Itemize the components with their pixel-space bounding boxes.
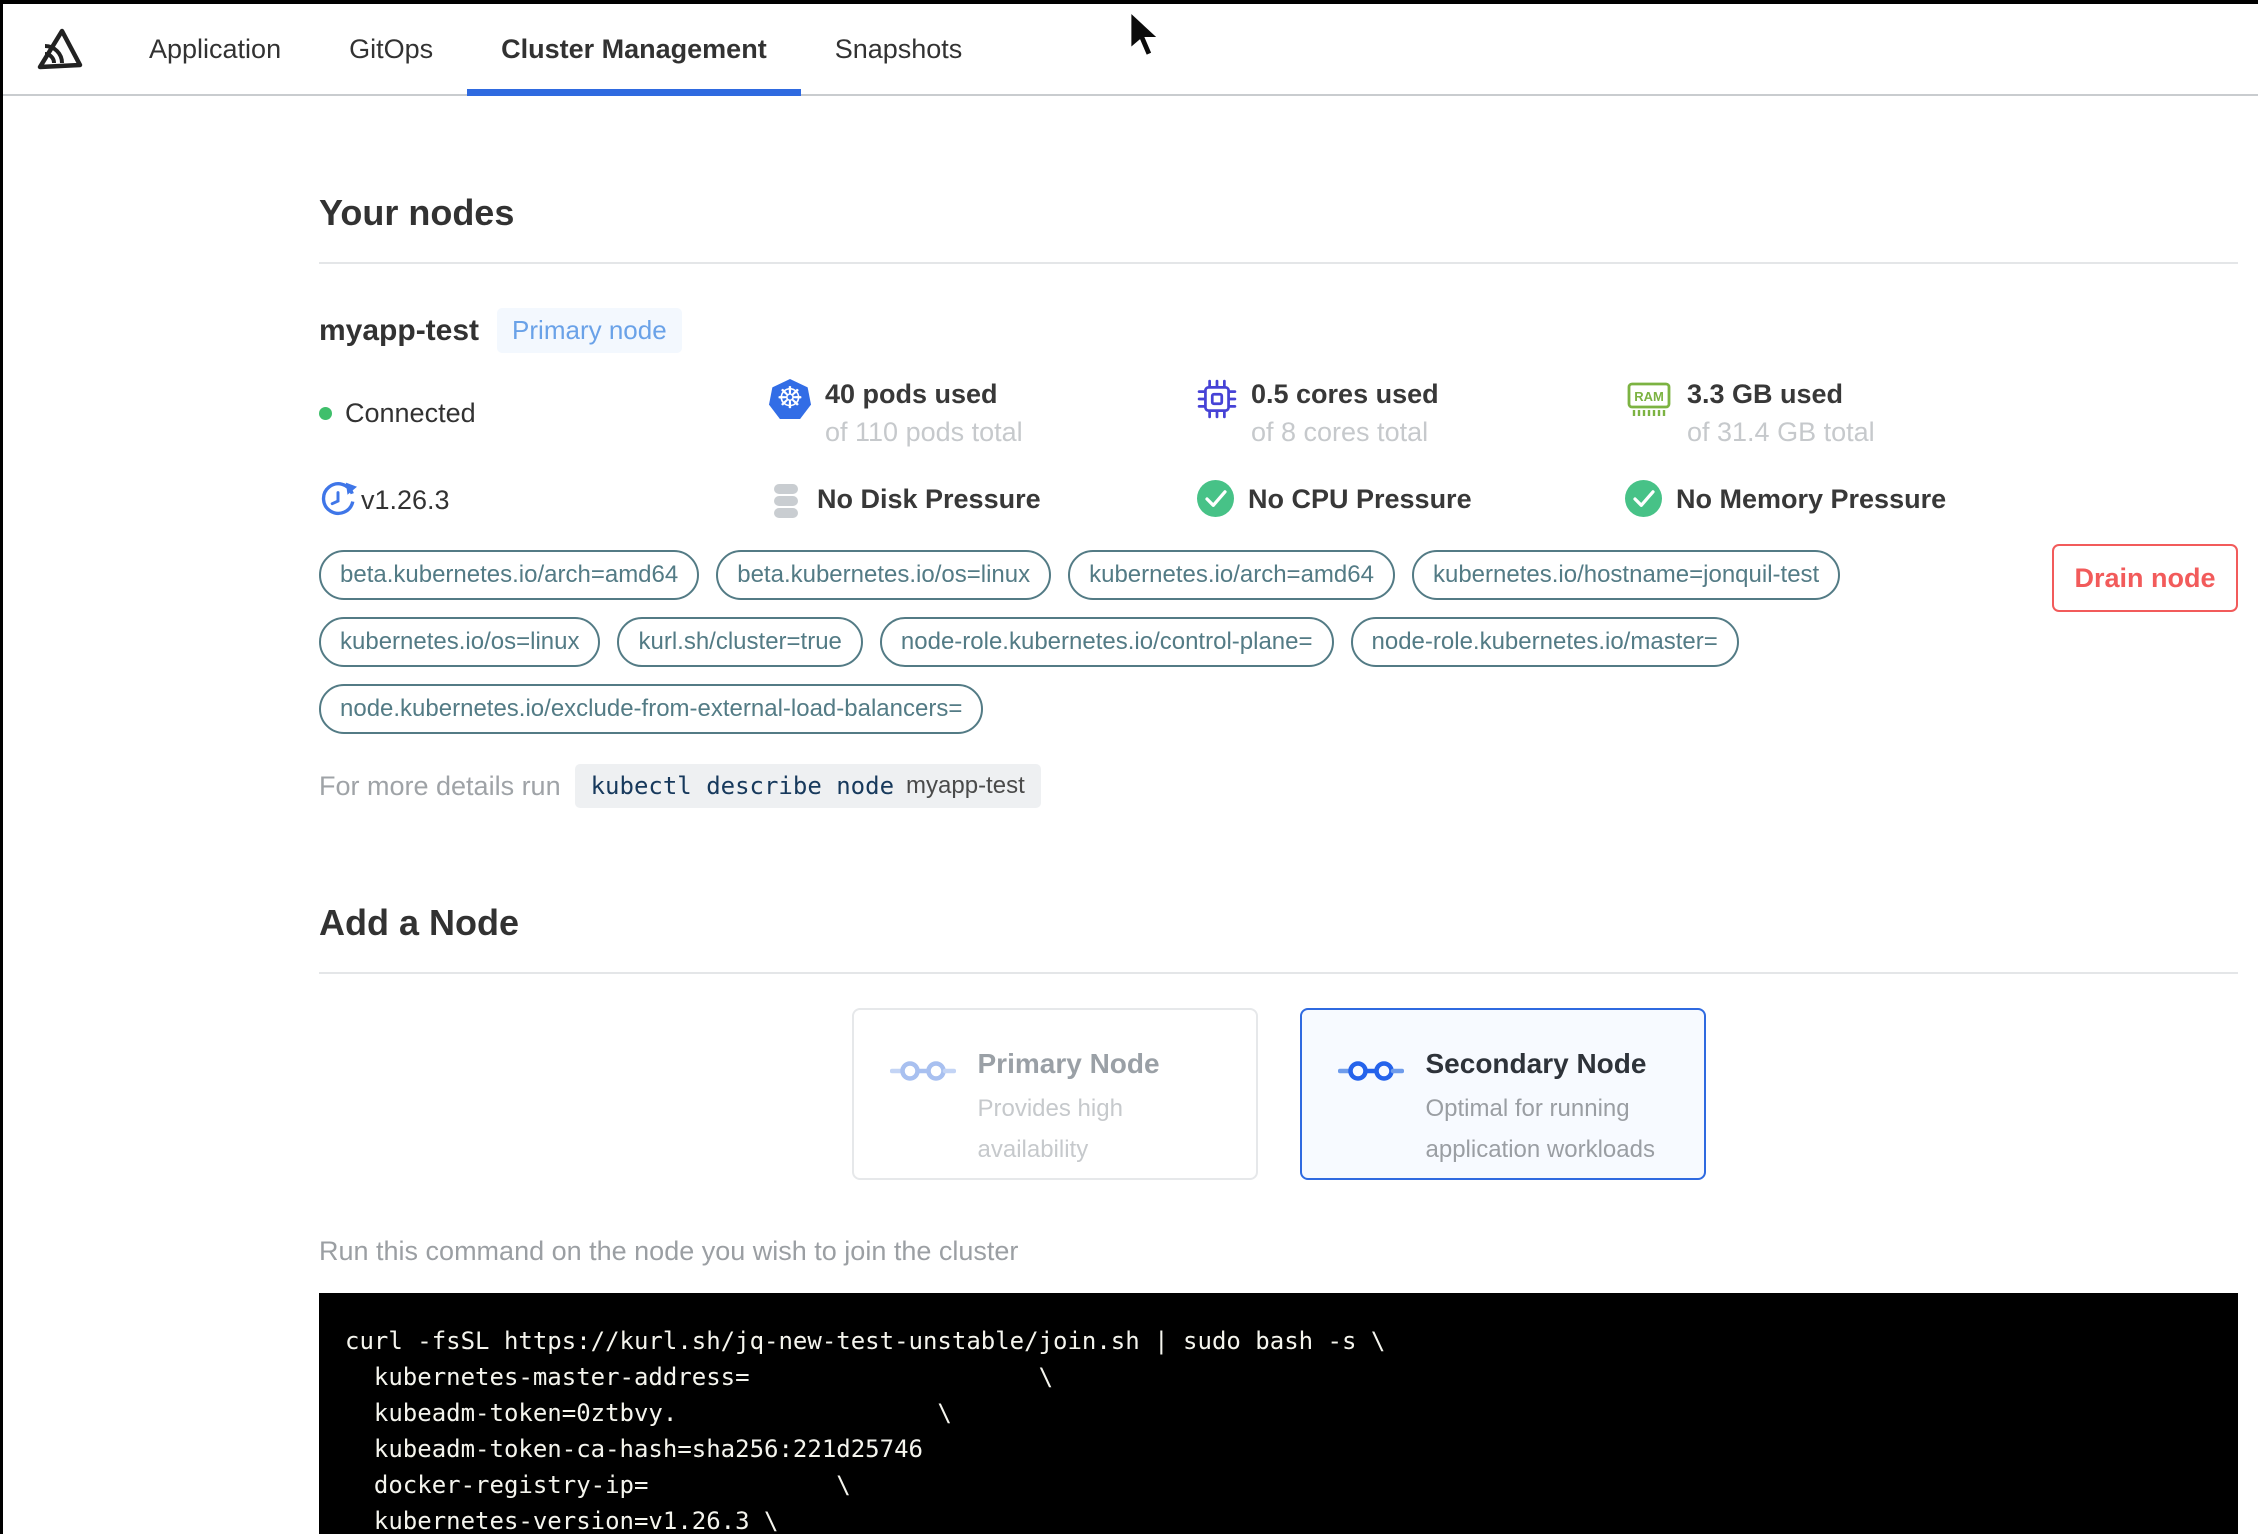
details-prefix: For more details run <box>319 770 561 801</box>
kubernetes-icon: ☸ <box>769 379 811 419</box>
command-line: kubeadm-token-ca-hash=sha256:221d25746 <box>345 1435 923 1463</box>
node-label-pill: kubernetes.io/os=linux <box>319 617 601 667</box>
your-nodes-title: Your nodes <box>319 192 515 233</box>
primary-node-badge: Primary node <box>497 308 682 353</box>
node-labels: beta.kubernetes.io/arch=amd64 beta.kuber… <box>319 550 2079 734</box>
node-label-pill: kubernetes.io/arch=amd64 <box>1068 550 1395 600</box>
node-label-pill: kubernetes.io/hostname=jonquil-test <box>1411 550 1841 600</box>
tab-snapshots[interactable]: Snapshots <box>801 4 997 94</box>
replicated-logo-icon <box>37 28 83 70</box>
node-status: Connected <box>319 379 769 448</box>
secondary-node-option-desc: Optimal for running application workload… <box>1425 1095 1655 1163</box>
drain-node-button[interactable]: Drain node <box>2052 544 2238 612</box>
node-label-pill: beta.kubernetes.io/os=linux <box>716 550 1052 600</box>
node-name: myapp-test <box>319 313 480 347</box>
cpu-stat: 0.5 cores used of 8 cores total <box>1197 379 1625 448</box>
ram-icon: RAM <box>1627 382 1671 416</box>
ram-stat: RAM 3.3 GB used of 31.4 GB total <box>1625 379 2238 448</box>
node-version: v1.26.3 <box>319 480 769 520</box>
node-label-pill: node.kubernetes.io/exclude-from-external… <box>319 684 984 734</box>
node-stats: Connected ☸ 40 pods used of 110 pods tot… <box>319 379 2238 520</box>
command-line: curl -fsSL https://kurl.sh/jq-new-test-u… <box>345 1327 1386 1355</box>
connected-dot-icon <box>319 407 332 420</box>
command-line: docker-registry-ip= \ <box>345 1471 851 1499</box>
secondary-node-option-title: Secondary Node <box>1425 1048 1647 1079</box>
disk-icon <box>774 484 798 518</box>
section-divider <box>319 262 2238 264</box>
command-line: kubernetes-master-address= \ <box>345 1363 1054 1391</box>
join-command-terminal: curl -fsSL https://kurl.sh/jq-new-test-u… <box>319 1293 2238 1534</box>
main-content: Your nodes myapp-test Primary node Conne… <box>319 192 2238 1534</box>
cpu-pressure: No CPU Pressure <box>1197 480 1625 520</box>
section-divider <box>319 972 2238 974</box>
memory-pressure: No Memory Pressure <box>1625 480 2238 520</box>
tab-gitops[interactable]: GitOps <box>315 4 467 94</box>
svg-text:RAM: RAM <box>1634 389 1664 404</box>
primary-node-option-desc: Provides high availability <box>977 1095 1123 1163</box>
secondary-node-option[interactable]: Secondary Node Optimal for running appli… <box>1299 1008 1706 1180</box>
node-link-icon <box>1337 1061 1404 1081</box>
node-label-pill: beta.kubernetes.io/arch=amd64 <box>319 550 700 600</box>
join-instruction: Run this command on the node you wish to… <box>319 1236 1019 1266</box>
add-node-title: Add a Node <box>319 902 520 943</box>
command-line: kubernetes-version=v1.26.3 \ <box>345 1507 779 1534</box>
check-icon <box>1197 480 1234 517</box>
kubectl-command: kubectl describe node <box>590 772 895 800</box>
kubectl-node-name: myapp-test <box>906 772 1025 799</box>
disk-pressure: No Disk Pressure <box>769 480 1197 520</box>
active-tab-underline <box>467 89 801 96</box>
tab-cluster-management[interactable]: Cluster Management <box>467 4 801 96</box>
cpu-icon <box>1197 379 1237 419</box>
primary-node-option[interactable]: Primary Node Provides high availability <box>851 1008 1258 1180</box>
node-link-icon <box>889 1061 956 1081</box>
nav-tabs: Application GitOps Cluster Management Sn… <box>115 4 997 96</box>
node-label-pill: kurl.sh/cluster=true <box>617 617 863 667</box>
node-label-pill: node-role.kubernetes.io/master= <box>1350 617 1739 667</box>
top-nav: Application GitOps Cluster Management Sn… <box>3 4 2258 96</box>
tab-application[interactable]: Application <box>115 4 315 94</box>
primary-node-option-title: Primary Node <box>977 1048 1160 1079</box>
describe-command-chip: kubectl describe node myapp-test <box>574 764 1041 808</box>
command-line: kubeadm-token=0ztbvy. \ <box>345 1399 952 1427</box>
check-icon <box>1625 480 1662 517</box>
version-update-icon <box>321 482 357 515</box>
node-label-pill: node-role.kubernetes.io/control-plane= <box>879 617 1334 667</box>
replicated-logo[interactable] <box>3 4 115 94</box>
pods-stat: ☸ 40 pods used of 110 pods total <box>769 379 1197 448</box>
